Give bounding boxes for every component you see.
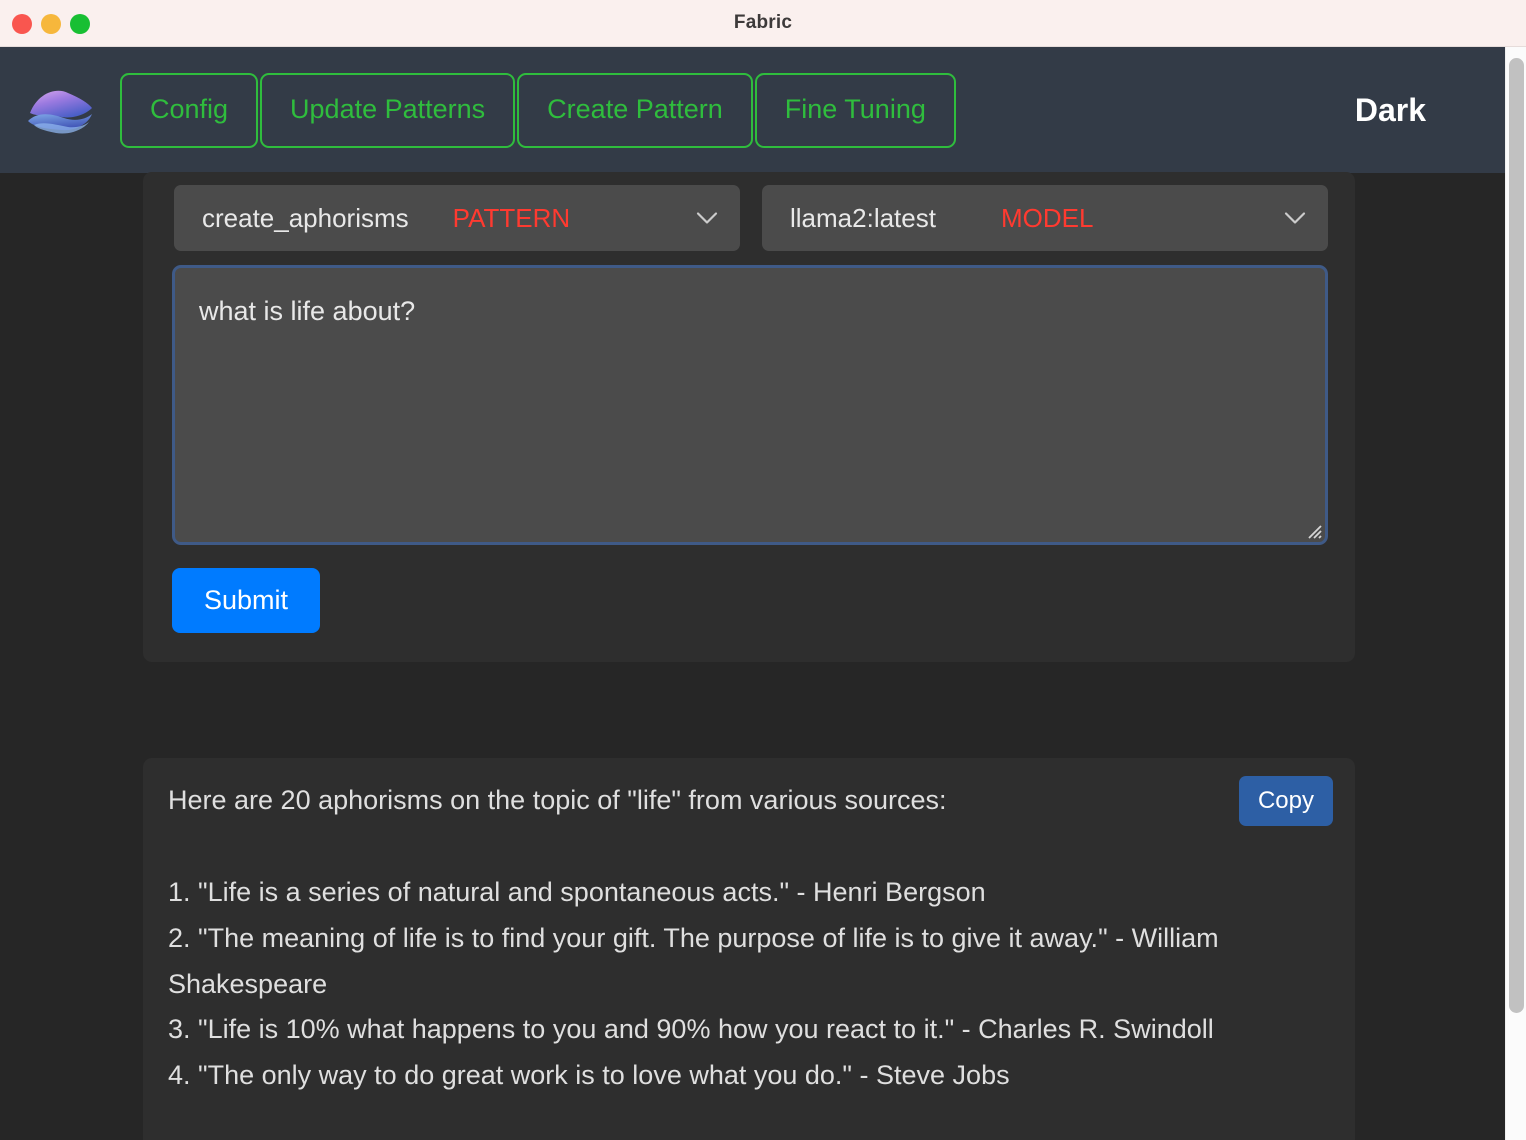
resize-handle-icon[interactable] [1304, 521, 1322, 539]
window-titlebar: Fabric [0, 0, 1526, 47]
nav-tab-fine-tuning[interactable]: Fine Tuning [754, 72, 956, 148]
vertical-scrollbar[interactable] [1505, 47, 1526, 1140]
minimize-button[interactable] [41, 13, 61, 34]
nav-tab-create-pattern[interactable]: Create Pattern [517, 72, 753, 148]
window-controls [12, 0, 90, 47]
submit-button[interactable]: Submit [172, 568, 320, 633]
scrollbar-thumb[interactable] [1509, 58, 1524, 1013]
pattern-select[interactable]: create_aphorisms PATTERN [174, 185, 740, 251]
window-title: Fabric [733, 12, 793, 33]
pattern-select-tag: PATTERN [452, 202, 571, 233]
close-button[interactable] [12, 13, 32, 34]
navigation-bar: Config Update Patterns Create Pattern Fi… [0, 47, 1505, 173]
model-select[interactable]: llama2:latest MODEL [762, 185, 1328, 251]
chevron-down-icon [696, 212, 718, 225]
maximize-button[interactable] [70, 13, 90, 34]
selectors-row: create_aphorisms PATTERN llama2:latest M… [174, 185, 1328, 251]
prompt-input[interactable] [199, 295, 1289, 515]
chevron-down-icon [1284, 212, 1306, 225]
copy-button[interactable]: Copy [1238, 776, 1333, 826]
theme-toggle-label[interactable]: Dark [1355, 92, 1426, 129]
prompt-textarea-wrapper [172, 265, 1328, 545]
nav-tab-update-patterns[interactable]: Update Patterns [260, 72, 516, 148]
input-panel: create_aphorisms PATTERN llama2:latest M… [143, 172, 1355, 662]
app-window: Fabric Config Update Patterns Create Pat… [0, 0, 1526, 1140]
fabric-wave-logo-icon [22, 81, 98, 139]
main-content: create_aphorisms PATTERN llama2:latest M… [0, 172, 1505, 1140]
output-panel: Here are 20 aphorisms on the topic of "l… [143, 758, 1355, 1140]
model-select-value: llama2:latest [790, 202, 936, 233]
nav-tab-config[interactable]: Config [120, 72, 259, 148]
output-text: Here are 20 aphorisms on the topic of "l… [168, 785, 1219, 1091]
model-select-tag: MODEL [1000, 202, 1094, 233]
nav-tabs: Config Update Patterns Create Pattern Fi… [120, 72, 956, 148]
pattern-select-value: create_aphorisms [202, 202, 409, 233]
